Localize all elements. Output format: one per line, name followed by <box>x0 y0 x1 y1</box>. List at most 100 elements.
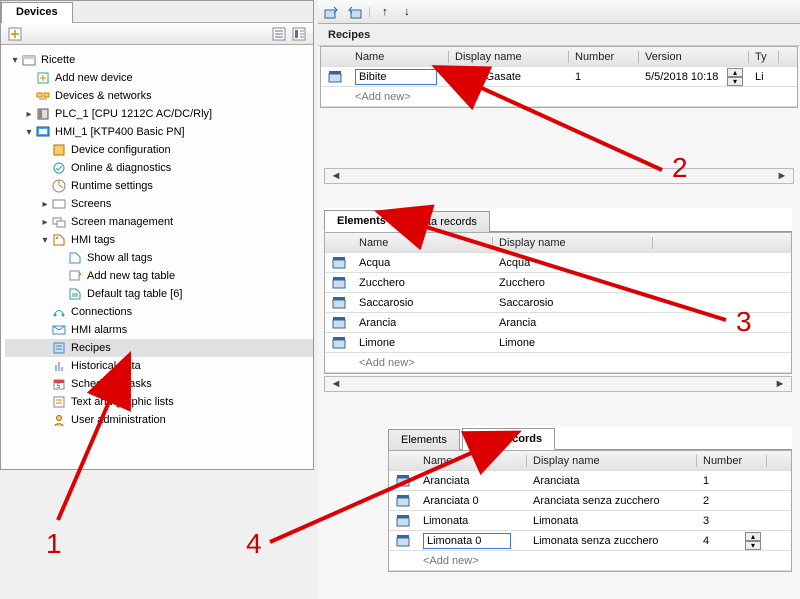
left-tab-row: Devices <box>1 1 313 23</box>
tree-historical[interactable]: Historical data <box>5 357 313 375</box>
import-icon[interactable] <box>324 4 340 20</box>
scroll-right-icon[interactable]: ► <box>775 170 789 182</box>
tree-runtime[interactable]: Runtime settings <box>5 177 313 195</box>
tree-hmi-tags[interactable]: ▾HMI tags <box>5 231 313 249</box>
detail-view-icon[interactable] <box>291 26 307 42</box>
tree-default-tag-table[interactable]: Default tag table [6] <box>5 285 313 303</box>
expand-icon[interactable]: ▸ <box>39 199 51 210</box>
tree-show-all-tags[interactable]: Show all tags <box>5 249 313 267</box>
connections-icon <box>51 304 67 320</box>
add-device-icon <box>35 70 51 86</box>
datarecord-row[interactable]: Limonata senza zucchero4▴▾ <box>389 531 791 551</box>
down-arrow-icon[interactable]: ↓ <box>399 4 415 20</box>
version-spinner[interactable]: ▴▾ <box>727 68 743 86</box>
tree-device-config[interactable]: Device configuration <box>5 141 313 159</box>
tree-label: Add new tag table <box>87 270 175 282</box>
tree-devices-networks[interactable]: Devices & networks <box>5 87 313 105</box>
datarecord-row[interactable]: AranciataAranciata1 <box>389 471 791 491</box>
recipe-number: 1 <box>569 71 639 83</box>
element-row-icon <box>325 296 353 310</box>
tree-label: HMI_1 [KTP400 Basic PN] <box>55 126 185 138</box>
recipe-row[interactable]: Bibite Gasate 1 5/5/2018 10:18 ▴▾ Li <box>321 67 797 87</box>
element-row[interactable]: SaccarosioSaccarosio <box>325 293 791 313</box>
tree-add-device[interactable]: Add new device <box>5 69 313 87</box>
element-row-icon <box>325 276 353 290</box>
col-display[interactable]: Display name <box>449 51 569 63</box>
element-row[interactable]: ZuccheroZucchero <box>325 273 791 293</box>
col-name[interactable]: Name <box>353 237 493 249</box>
collapse-icon[interactable]: ▾ <box>23 127 35 138</box>
show-tags-icon <box>67 250 83 266</box>
project-tree: ▾ Ricette Add new device Devices & netwo… <box>1 45 313 435</box>
new-icon[interactable] <box>7 26 23 42</box>
datarecord-number: 4 <box>703 535 709 547</box>
col-name[interactable]: Name <box>417 455 527 467</box>
screen-mgmt-icon <box>51 214 67 230</box>
tab-devices[interactable]: Devices <box>1 2 73 23</box>
col-version[interactable]: Version <box>639 51 749 63</box>
scrollbar-stub[interactable]: ◄ ► <box>324 376 792 392</box>
number-spinner[interactable]: ▴▾ <box>745 532 761 550</box>
scroll-left-icon[interactable]: ◄ <box>329 378 343 390</box>
col-display[interactable]: Display name <box>527 455 697 467</box>
tree-connections[interactable]: Connections <box>5 303 313 321</box>
tree-recipes[interactable]: Recipes <box>5 339 313 357</box>
tree-label: Devices & networks <box>55 90 152 102</box>
tree-hmi-alarms[interactable]: HMI alarms <box>5 321 313 339</box>
add-new-label: <Add new> <box>349 91 749 103</box>
datarecord-name: Limonata <box>417 515 527 527</box>
expand-icon[interactable]: ▸ <box>23 109 35 120</box>
tree-add-tag-table[interactable]: Add new tag table <box>5 267 313 285</box>
datarecord-number: 2 <box>703 495 709 507</box>
tree-label: Device configuration <box>71 144 171 156</box>
scroll-left-icon[interactable]: ◄ <box>329 170 343 182</box>
add-new-label: <Add new> <box>417 555 717 567</box>
element-row[interactable]: AranciaArancia <box>325 313 791 333</box>
tree-plc[interactable]: ▸ PLC_1 [CPU 1212C AC/DC/Rly] <box>5 105 313 123</box>
datarecords-grid: Name Display name Number AranciataAranci… <box>388 450 792 572</box>
recipe-toolbar: | ↑ ↓ <box>318 0 800 24</box>
tree-user-admin[interactable]: User administration <box>5 411 313 429</box>
datarecord-row[interactable]: Aranciata 0Aranciata senza zucchero2 <box>389 491 791 511</box>
export-icon[interactable] <box>346 4 362 20</box>
col-ty[interactable]: Ty <box>749 51 779 63</box>
element-add-new[interactable]: <Add new> <box>325 353 791 373</box>
recipe-add-new[interactable]: <Add new> <box>321 87 797 107</box>
element-name: Acqua <box>353 257 493 269</box>
recipe-name-input[interactable] <box>355 69 437 85</box>
col-number[interactable]: Number <box>569 51 639 63</box>
datarecord-row[interactable]: LimonataLimonata3 <box>389 511 791 531</box>
add-new-label: <Add new> <box>353 357 653 369</box>
tab-data-records[interactable]: Data records <box>401 211 490 232</box>
element-row[interactable]: LimoneLimone <box>325 333 791 353</box>
list-view-icon[interactable] <box>271 26 287 42</box>
expand-icon[interactable]: ▸ <box>39 217 51 228</box>
tab-data-records-2[interactable]: Data records <box>462 428 555 450</box>
tree-screens[interactable]: ▸Screens <box>5 195 313 213</box>
tree-hmi[interactable]: ▾ HMI_1 [KTP400 Basic PN] <box>5 123 313 141</box>
tree-text-graphic[interactable]: Text and graphic lists <box>5 393 313 411</box>
tree-screen-mgmt[interactable]: ▸Screen management <box>5 213 313 231</box>
tree-scheduled[interactable]: 5Scheduled tasks <box>5 375 313 393</box>
collapse-icon[interactable]: ▾ <box>39 235 51 246</box>
element-row-icon <box>325 256 353 270</box>
up-arrow-icon[interactable]: ↑ <box>377 4 393 20</box>
tree-online-diag[interactable]: Online & diagnostics <box>5 159 313 177</box>
col-name[interactable]: Name <box>349 51 449 63</box>
datarecord-name-input[interactable] <box>423 533 511 549</box>
element-row[interactable]: AcquaAcqua <box>325 253 791 273</box>
tab-elements[interactable]: Elements <box>324 210 399 232</box>
recipes-header-row: Name Display name Number Version Ty <box>321 47 797 67</box>
datarecord-name: Aranciata 0 <box>417 495 527 507</box>
tab-elements-2[interactable]: Elements <box>388 429 460 450</box>
scrollbar-stub[interactable]: ◄ ► <box>324 168 794 184</box>
col-number[interactable]: Number <box>697 455 767 467</box>
datarecord-add-new[interactable]: <Add new> <box>389 551 791 571</box>
element-row-icon <box>325 316 353 330</box>
datarecord-number: 1 <box>703 475 709 487</box>
col-display[interactable]: Display name <box>493 237 653 249</box>
scroll-right-icon[interactable]: ► <box>773 378 787 390</box>
collapse-icon[interactable]: ▾ <box>9 55 21 66</box>
tree-root[interactable]: ▾ Ricette <box>5 51 313 69</box>
tree-label: Add new device <box>55 72 133 84</box>
